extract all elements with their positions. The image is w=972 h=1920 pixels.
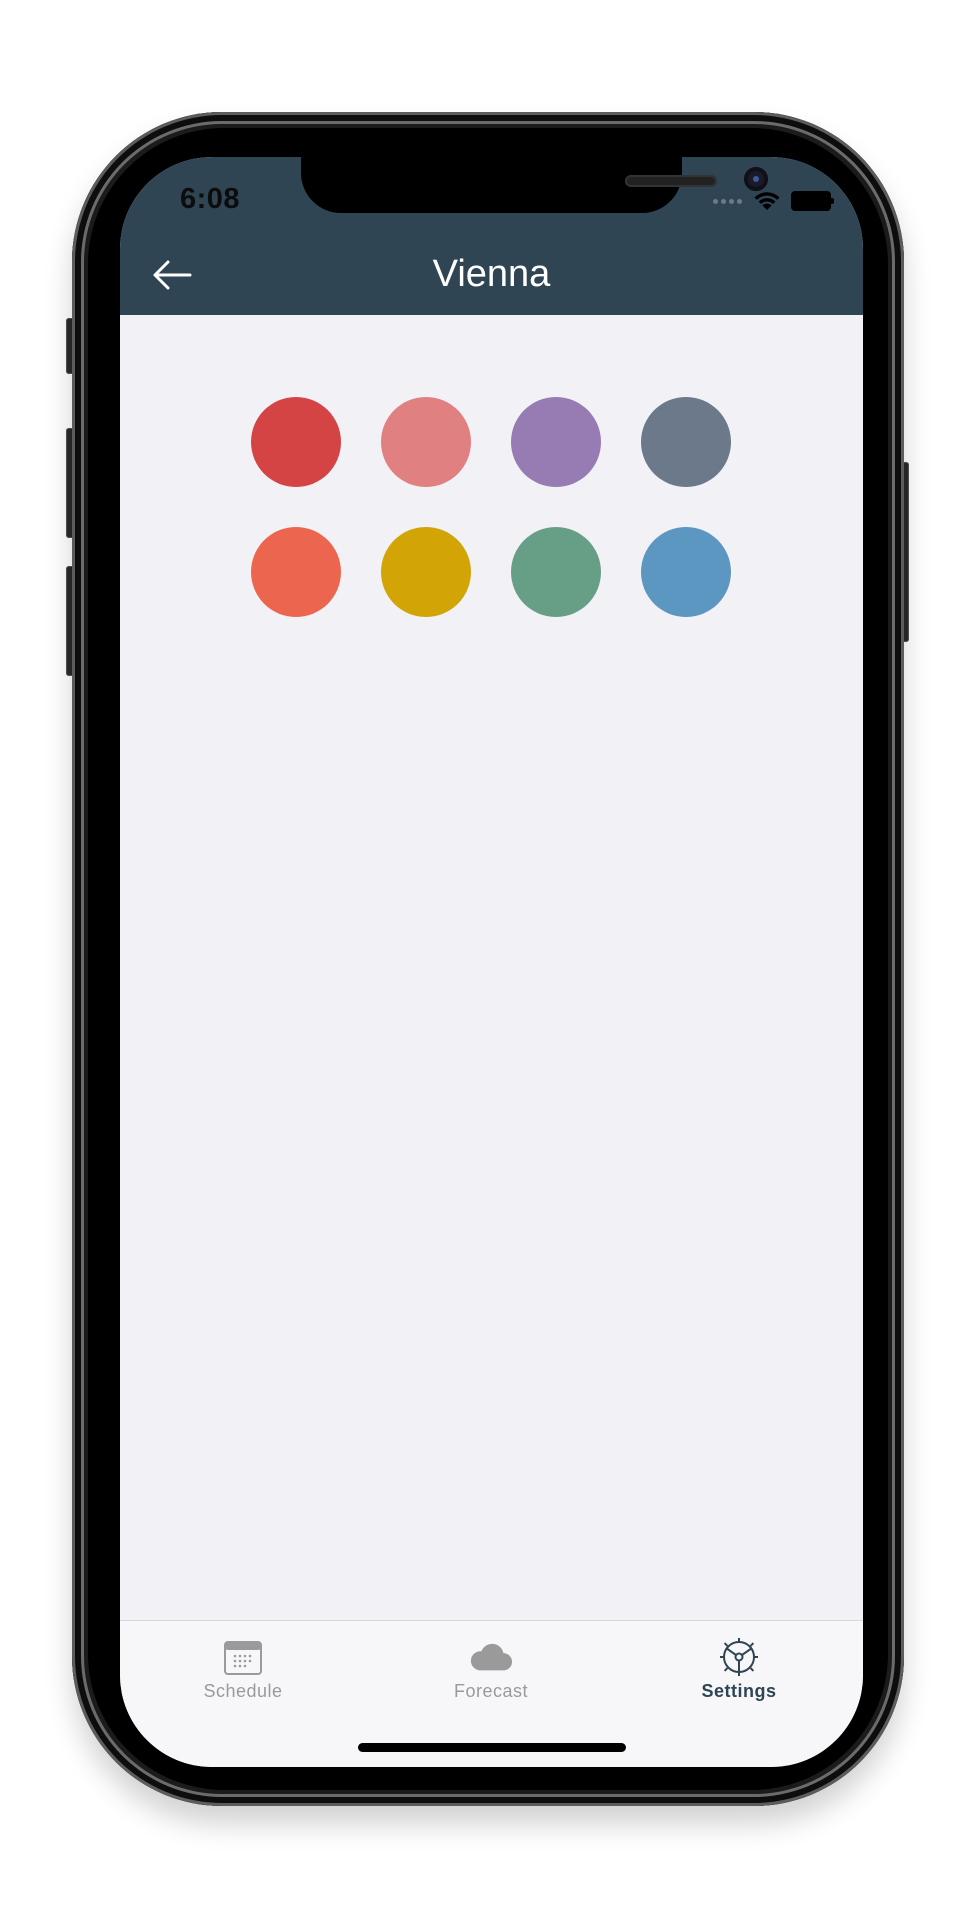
color-swatch-grid	[251, 397, 733, 617]
tab-label-forecast: Forecast	[453, 1681, 529, 1701]
color-swatch-slate[interactable]	[641, 397, 731, 487]
color-swatch-purple[interactable]	[511, 397, 601, 487]
calendar-icon	[221, 1637, 265, 1677]
cloud-icon	[469, 1637, 513, 1677]
notch	[301, 157, 768, 213]
tab-label-settings: Settings	[701, 1681, 777, 1701]
color-swatch-gold[interactable]	[381, 527, 471, 617]
tab-settings[interactable]: Settings	[649, 1637, 829, 1717]
page: 6:08 Vienna Schedule Forecast Settings	[0, 0, 972, 1920]
cellular-dots-icon	[713, 198, 745, 204]
page-title: Vienna	[432, 253, 551, 295]
color-swatch-orange[interactable]	[251, 527, 341, 617]
navigation-bar: 6:08 Vienna	[120, 157, 863, 315]
speaker-grille	[625, 175, 717, 187]
tab-schedule[interactable]: Schedule	[153, 1637, 333, 1717]
color-swatch-red[interactable]	[251, 397, 341, 487]
status-icons	[713, 187, 834, 215]
wifi-icon	[754, 192, 780, 210]
color-swatch-blue[interactable]	[641, 527, 731, 617]
color-swatch-pink[interactable]	[381, 397, 471, 487]
screen: 6:08 Vienna Schedule Forecast Settings	[120, 157, 863, 1767]
color-swatch-green[interactable]	[511, 527, 601, 617]
home-indicator[interactable]	[358, 1743, 626, 1752]
main-content	[120, 315, 863, 1615]
tab-forecast[interactable]: Forecast	[401, 1637, 581, 1717]
status-time: 6:08	[180, 183, 241, 215]
battery-icon	[791, 191, 834, 211]
steering-wheel-icon	[717, 1637, 761, 1677]
tab-label-schedule: Schedule	[203, 1681, 283, 1701]
